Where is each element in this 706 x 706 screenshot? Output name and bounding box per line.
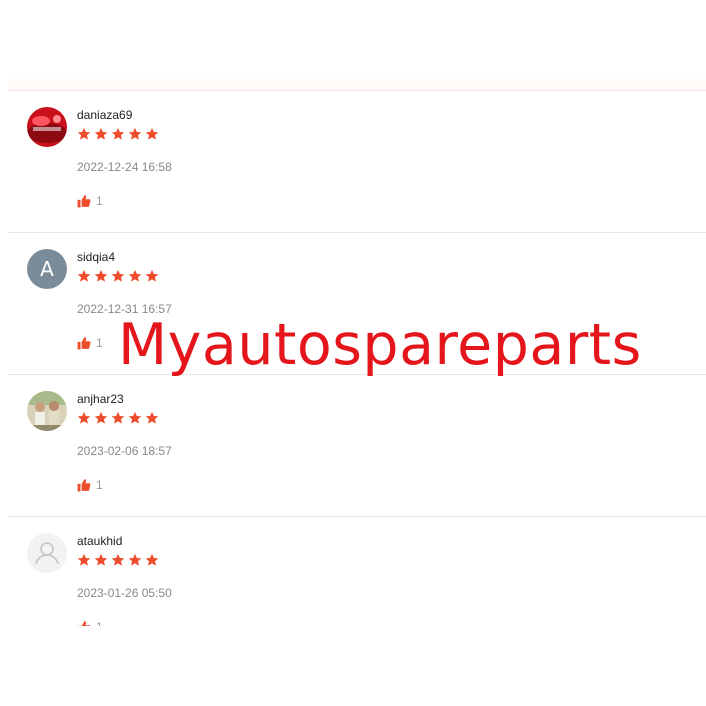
review-date: 2023-01-26 05:50 — [77, 586, 172, 600]
star-icon — [94, 411, 108, 424]
avatar[interactable] — [27, 107, 67, 147]
review-item: anjhar23 2023-02-06 18:57 1 — [8, 375, 706, 517]
star-icon — [128, 411, 142, 424]
like-count: 1 — [96, 620, 103, 626]
review-date: 2022-12-24 16:58 — [77, 160, 172, 174]
rating-stars — [77, 411, 159, 425]
like-button[interactable]: 1 — [77, 620, 103, 626]
username: sidqia4 — [77, 250, 116, 264]
star-icon — [128, 127, 142, 140]
star-icon — [77, 269, 91, 282]
star-icon — [111, 553, 125, 566]
star-icon — [94, 127, 108, 140]
username: ataukhid — [77, 534, 123, 548]
star-icon — [77, 553, 91, 566]
like-count: 1 — [96, 194, 103, 208]
review-date: 2022-12-31 16:57 — [77, 302, 172, 316]
avatar[interactable] — [27, 391, 67, 431]
username: anjhar23 — [77, 392, 124, 406]
username: daniaza69 — [77, 108, 133, 122]
avatar[interactable] — [27, 533, 67, 573]
avatar-photo — [27, 391, 67, 431]
star-icon — [145, 269, 159, 282]
star-icon — [77, 411, 91, 424]
star-icon — [145, 127, 159, 140]
star-icon — [111, 411, 125, 424]
avatar-photo — [27, 107, 67, 147]
like-count: 1 — [96, 478, 103, 492]
like-button[interactable]: 1 — [77, 478, 103, 492]
star-icon — [111, 269, 125, 282]
avatar-letter: A — [40, 257, 54, 281]
star-icon — [94, 553, 108, 566]
star-icon — [145, 553, 159, 566]
reviews-header-band — [8, 79, 706, 91]
review-item: A sidqia4 2022-12-31 16:57 1 — [8, 233, 706, 375]
rating-stars — [77, 127, 159, 141]
user-icon — [35, 542, 59, 565]
star-icon — [77, 127, 91, 140]
thumbs-up-icon — [77, 621, 91, 626]
star-icon — [145, 411, 159, 424]
review-list: daniaza69 2022-12-24 16:58 1 A sidqia4 2… — [0, 91, 706, 626]
review-date: 2023-02-06 18:57 — [77, 444, 172, 458]
review-item: daniaza69 2022-12-24 16:58 1 — [8, 91, 706, 233]
rating-stars — [77, 269, 159, 283]
star-icon — [128, 269, 142, 282]
avatar[interactable]: A — [27, 249, 67, 289]
thumbs-up-icon — [77, 479, 91, 492]
star-icon — [94, 269, 108, 282]
thumbs-up-icon — [77, 195, 91, 208]
like-button[interactable]: 1 — [77, 194, 103, 208]
like-button[interactable]: 1 — [77, 336, 103, 350]
review-item: ataukhid 2023-01-26 05:50 1 — [8, 517, 706, 626]
like-count: 1 — [96, 336, 103, 350]
star-icon — [111, 127, 125, 140]
thumbs-up-icon — [77, 337, 91, 350]
rating-stars — [77, 553, 159, 567]
star-icon — [128, 553, 142, 566]
